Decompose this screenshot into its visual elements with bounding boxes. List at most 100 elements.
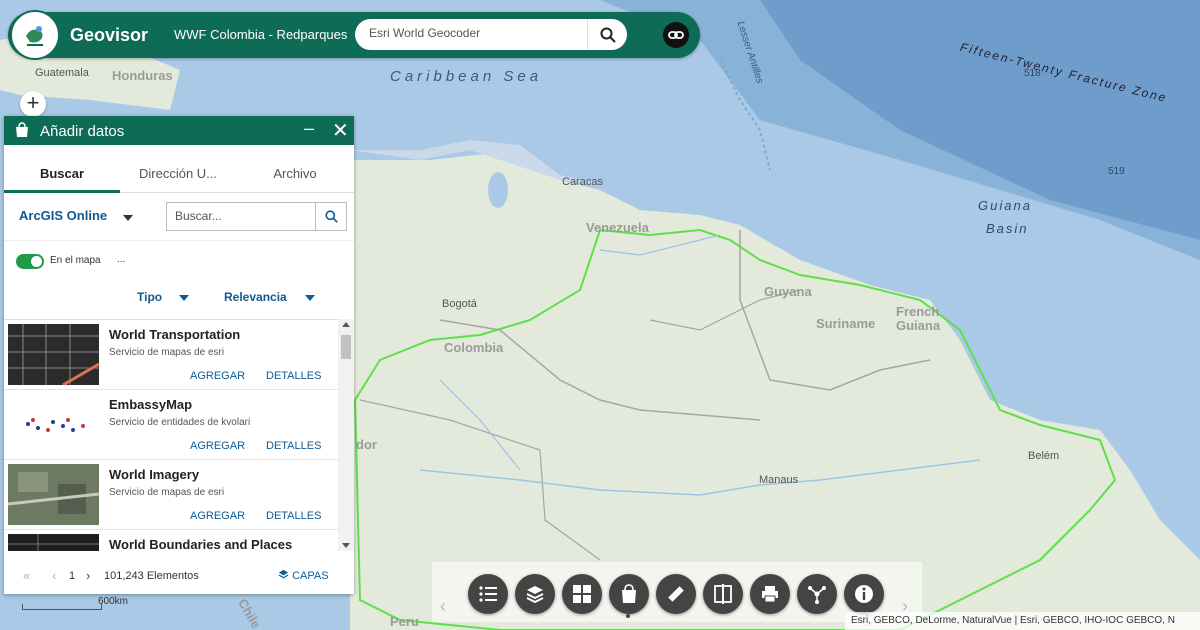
colombia-label: Colombia [444,340,504,355]
scroll-down-arrow[interactable] [342,543,350,548]
search-icon [600,27,616,43]
add-button[interactable]: AGREGAR [190,510,245,522]
measure-button[interactable] [656,574,696,614]
source-row: ArcGIS Online Buscar... [4,193,354,241]
app-title: Geovisor [70,25,149,45]
add-data-panel: Añadir datos – ✕ Buscar Dirección U... A… [4,116,354,594]
add-button[interactable]: AGREGAR [190,370,245,382]
add-data-button[interactable] [609,574,649,614]
data-search-input[interactable]: Buscar... [166,202,316,231]
scroll-thumb[interactable] [341,335,351,359]
app-logo [10,10,60,60]
swipe-button[interactable] [703,574,743,614]
toggle-knob [31,256,42,267]
app-subtitle: WWF Colombia - Redparques [174,27,348,42]
guatemala-label: Guatemala [35,67,89,79]
result-thumbnail [8,464,99,525]
panel-tabs: Buscar Dirección U... Archivo [4,145,354,193]
guiana-basin-label-2: Basin [986,221,1029,236]
list-item: World Imagery Servicio de mapas de esri … [4,460,338,530]
guiana-basin-label: Guiana [978,198,1032,213]
on-map-toggle-label: En el mapa [50,255,101,266]
info-icon [855,585,873,603]
belem-label: Belém [1028,450,1060,462]
layer-list-button[interactable] [515,574,555,614]
print-button[interactable] [750,574,790,614]
result-title: World Boundaries and Places [109,537,293,551]
depth-label-519: 519 [1108,166,1125,177]
on-map-toggle-row: En el mapa ... [4,241,354,279]
first-page-button[interactable]: « [23,568,30,583]
share-button[interactable] [797,574,837,614]
details-button[interactable]: DETALLES [266,440,321,452]
result-title: EmbassyMap [109,397,193,412]
depth-label-518: 518 [1024,68,1041,79]
bogota-label: Bogotá [442,298,477,310]
active-widget-indicator [626,614,630,618]
guyana-label: Guyana [764,284,812,299]
share-link-button[interactable] [663,22,689,48]
basemap-gallery-icon [573,585,591,603]
capas-label: CAPAS [292,570,329,582]
next-page-button[interactable]: › [86,568,90,583]
chevron-down-icon[interactable] [179,295,189,301]
panel-header: Añadir datos – ✕ [4,116,354,145]
measure-icon [668,586,684,602]
results-list: World Transportation Servicio de mapas d… [4,319,338,551]
result-thumbnail [8,534,99,551]
details-button[interactable]: DETALLES [266,510,321,522]
result-description: Servicio de entidades de kvolari [109,417,251,428]
chevron-down-icon[interactable] [123,215,133,221]
on-map-toggle[interactable] [16,254,44,269]
share-icon [808,586,826,604]
about-button[interactable] [844,574,884,614]
result-title: World Transportation [109,327,241,342]
zoom-in-button[interactable]: + [20,91,46,117]
panel-title: Añadir datos [40,123,125,140]
page-number: 1 [69,570,76,582]
add-button[interactable]: AGREGAR [190,440,245,452]
panel-minimize-button[interactable]: – [304,118,314,139]
toggle-more-ellipsis[interactable]: ... [117,254,125,265]
logo-icon [26,26,43,46]
suriname-label: Suriname [816,316,876,331]
list-item: EmbassyMap Servicio de entidades de kvol… [4,390,338,460]
filter-relevancia[interactable]: Relevancia [224,290,287,304]
tab-archivo[interactable]: Archivo [236,145,354,193]
venezuela-label: Venezuela [586,220,649,235]
link-icon [668,31,684,39]
layers-icon [278,569,289,579]
scale-label: 600km [98,596,129,607]
result-thumbnail [8,324,99,385]
honduras-label: Honduras [112,68,173,83]
toolbar-prev-arrow[interactable]: ‹ [440,596,446,617]
capas-button[interactable]: CAPAS [278,569,329,582]
tab-buscar[interactable]: Buscar [4,145,120,193]
result-title: World Imagery [109,467,200,482]
tab-url[interactable]: Dirección U... [120,145,236,193]
result-thumbnail [8,394,99,455]
geocoder-search-input[interactable]: Esri World Geocoder [355,19,627,50]
details-button[interactable]: DETALLES [266,370,321,382]
legend-button[interactable] [468,574,508,614]
results-scrollbar[interactable] [338,319,354,551]
geocoder-placeholder: Esri World Geocoder [369,26,481,40]
filter-tipo[interactable]: Tipo [137,290,162,304]
french-guiana-label-2: Guiana [896,318,941,333]
print-icon [762,586,778,603]
result-description: Servicio de mapas de esri [109,487,225,498]
scroll-up-arrow[interactable] [342,322,350,327]
panel-close-button[interactable]: ✕ [332,118,349,143]
basemap-gallery-button[interactable] [562,574,602,614]
caribbean-sea-label: Caribbean Sea [390,68,543,85]
data-search-button[interactable] [316,202,347,231]
geocoder-search-button[interactable] [587,19,627,50]
caracas-label: Caracas [562,176,603,188]
prev-page-button[interactable]: ‹ [52,568,56,583]
layers-icon [526,586,544,604]
source-dropdown[interactable]: ArcGIS Online [19,208,107,223]
list-icon [479,586,497,602]
chevron-down-icon[interactable] [305,295,315,301]
manaus-label: Manaus [759,474,799,486]
scale-bar [22,604,102,610]
